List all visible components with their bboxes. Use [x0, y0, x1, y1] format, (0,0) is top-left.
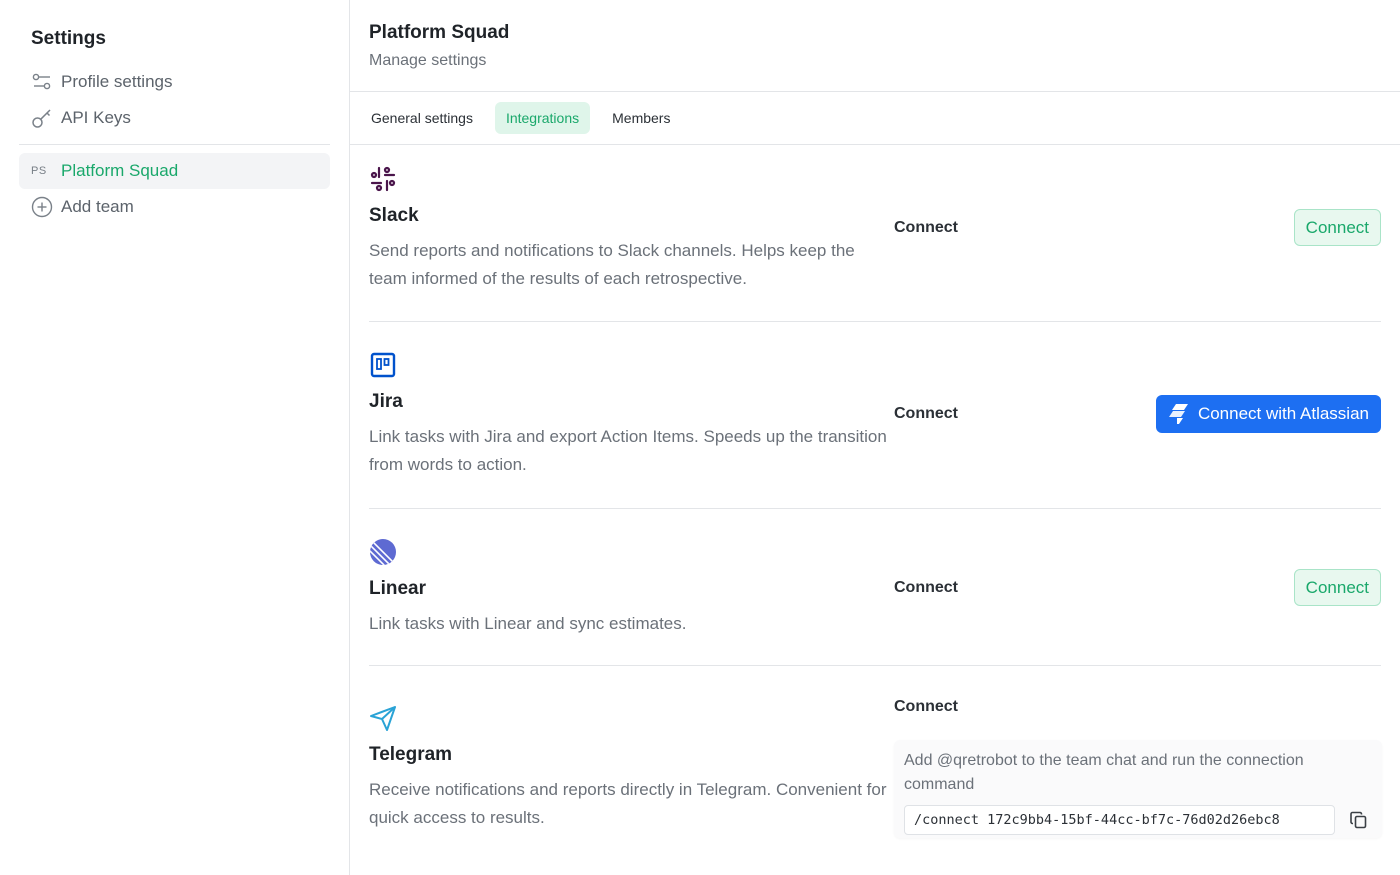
sidebar-item-label: Profile settings — [61, 72, 173, 91]
integration-description: Link tasks with Jira and export Action I… — [369, 427, 887, 474]
sidebar-item-label: Platform Squad — [61, 161, 179, 180]
slack-icon — [369, 165, 397, 193]
copy-icon[interactable] — [1347, 808, 1371, 832]
integration-jira: Jira Link tasks with Jira and export Act… — [369, 322, 1381, 509]
integration-telegram: Telegram Receive notifications and repor… — [369, 666, 1382, 875]
sidebar-title: Settings — [31, 28, 106, 49]
integration-name: Slack — [369, 205, 419, 226]
sliders-icon — [31, 71, 53, 93]
connect-label: Connect — [894, 579, 958, 596]
tab-general-settings[interactable]: General settings — [360, 102, 484, 134]
connect-with-atlassian-button[interactable]: Connect with Atlassian — [1155, 395, 1381, 433]
sidebar-item-api-keys[interactable]: API Keys — [19, 100, 330, 136]
page-header: Platform Squad Manage settings — [350, 0, 1400, 92]
connect-command-field[interactable] — [904, 805, 1335, 835]
integration-description: Link tasks with Linear and sync estimate… — [369, 614, 687, 633]
linear-connect-button[interactable]: Connect — [1293, 569, 1381, 606]
jira-icon — [369, 351, 397, 379]
integration-linear: Linear Link tasks with Linear and sync e… — [369, 509, 1381, 666]
sidebar-item-label: API Keys — [61, 108, 131, 127]
plus-circle-icon — [31, 196, 53, 218]
telegram-instruction: Add @qretrobot to the team chat and run … — [904, 752, 1304, 793]
telegram-icon — [369, 704, 397, 732]
integration-name: Telegram — [369, 744, 453, 765]
page-title: Platform Squad — [369, 22, 510, 43]
integrations-list: Slack Send reports and notifications to … — [350, 145, 1400, 875]
page-subtitle: Manage settings — [369, 52, 487, 69]
integration-info: Jira Link tasks with Jira and export Act… — [369, 351, 894, 508]
sidebar-item-profile-settings[interactable]: Profile settings — [19, 64, 330, 100]
connect-label: Connect — [894, 698, 958, 715]
connect-label: Connect — [894, 219, 958, 236]
telegram-connect-panel: Add @qretrobot to the team chat and run … — [894, 740, 1382, 838]
slack-connect-button[interactable]: Connect — [1293, 209, 1381, 246]
connect-label: Connect — [894, 405, 958, 422]
main-content: Platform Squad Manage settings General s… — [350, 0, 1400, 875]
tab-bar: General settings Integrations Members — [350, 92, 1400, 145]
integration-name: Jira — [369, 391, 403, 412]
integration-name: Linear — [369, 578, 427, 599]
atlassian-icon — [1168, 403, 1190, 425]
integration-info: Linear Link tasks with Linear and sync e… — [369, 538, 894, 665]
integration-info: Telegram Receive notifications and repor… — [369, 704, 894, 875]
integration-description: Receive notifications and reports direct… — [369, 780, 887, 827]
tab-members[interactable]: Members — [601, 102, 681, 134]
sidebar: Settings Profile settings API Keys PS Pl… — [0, 0, 350, 875]
command-row — [904, 805, 1372, 835]
tab-integrations[interactable]: Integrations — [494, 102, 591, 134]
integration-description: Send reports and notifications to Slack … — [369, 241, 855, 288]
sidebar-divider — [19, 144, 330, 145]
sidebar-item-label: Add team — [61, 197, 134, 216]
integration-info: Slack Send reports and notifications to … — [369, 165, 894, 321]
sidebar-item-team[interactable]: PS Platform Squad — [19, 153, 330, 189]
key-icon — [31, 107, 53, 129]
button-label: Connect with Atlassian — [1197, 404, 1369, 423]
app-root: Settings Profile settings API Keys PS Pl… — [0, 0, 1400, 875]
sidebar-item-add-team[interactable]: Add team — [19, 189, 330, 225]
integration-slack: Slack Send reports and notifications to … — [369, 145, 1381, 322]
linear-icon — [369, 538, 397, 566]
team-abbr: PS — [31, 165, 47, 177]
